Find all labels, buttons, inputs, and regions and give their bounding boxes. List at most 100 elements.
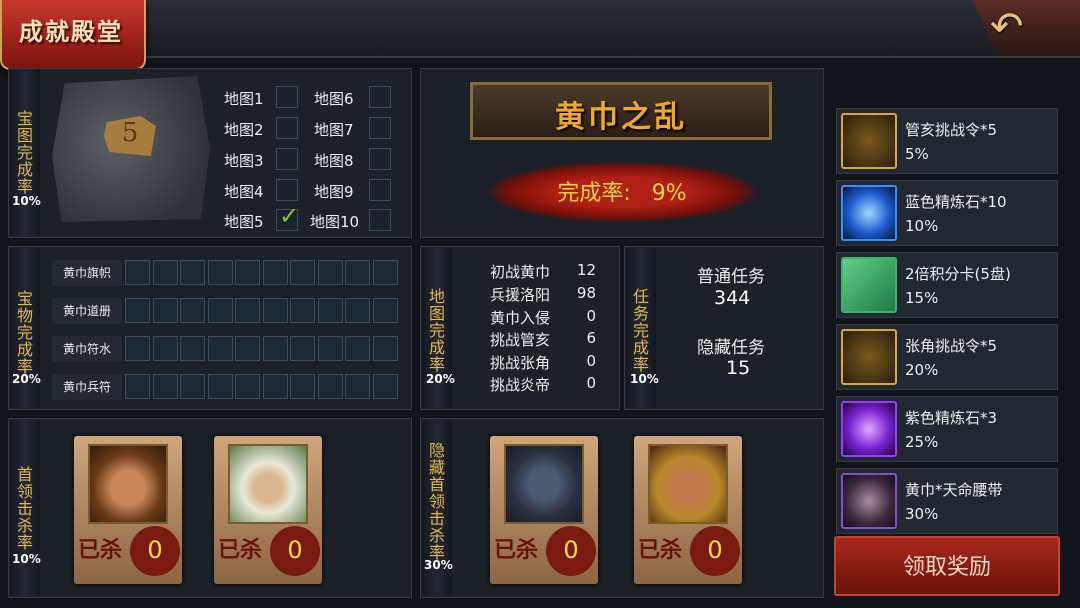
treasure-slot[interactable] xyxy=(345,260,370,285)
treasure-slot[interactable] xyxy=(180,336,205,361)
completion-rate: 完成率: 9% xyxy=(488,175,756,207)
kill-mark: 已杀 xyxy=(78,537,123,563)
reward-name: 2倍积分卡(5盘) xyxy=(905,265,1011,283)
treasure-slot[interactable] xyxy=(317,374,343,399)
map-label: 地图2 xyxy=(224,121,264,139)
reward-item[interactable]: 蓝色精炼石*10 10% xyxy=(836,180,1058,246)
header-bar xyxy=(0,0,1080,58)
treasure-slot[interactable] xyxy=(372,260,398,285)
boss-card[interactable]: 已杀 0 xyxy=(214,436,322,584)
map-label: 地图8 xyxy=(314,152,354,170)
treasure-slot[interactable] xyxy=(207,260,233,285)
treasure-slot[interactable] xyxy=(235,374,260,399)
map-stat-value: 98 xyxy=(576,284,596,302)
map-checkbox[interactable] xyxy=(369,86,391,108)
map-stat-value: 0 xyxy=(586,307,596,325)
treasure-slot[interactable] xyxy=(207,336,233,361)
reward-item[interactable]: 管亥挑战令*5 5% xyxy=(836,108,1058,174)
reward-percent: 30% xyxy=(905,505,939,523)
treasure-slot[interactable] xyxy=(235,298,260,323)
treasure-slot[interactable] xyxy=(290,298,315,323)
treasure-slot[interactable] xyxy=(152,336,178,361)
treasure-slot[interactable] xyxy=(125,336,150,361)
treasure-slot[interactable] xyxy=(152,298,178,323)
reward-percent: 15% xyxy=(905,289,939,307)
map-completion-percent: 20% xyxy=(426,372,455,386)
reward-item[interactable]: 紫色精炼石*3 25% xyxy=(836,396,1058,462)
kill-mark: 已杀 xyxy=(638,537,683,563)
treasure-slot[interactable] xyxy=(290,374,315,399)
treasure-row-label: 黄巾道册 xyxy=(52,298,122,324)
reward-name: 黄巾*天命腰带 xyxy=(905,481,1003,499)
treasure-slot[interactable] xyxy=(125,260,150,285)
map-checkbox[interactable]: ✓ xyxy=(276,202,299,231)
normal-task-value: 344 xyxy=(714,287,751,309)
treasure-slot[interactable] xyxy=(345,336,370,361)
reward-percent: 25% xyxy=(905,433,939,451)
treasure-row-label: 黄巾旗帜 xyxy=(52,260,122,286)
treasure-slot[interactable] xyxy=(152,260,178,285)
treasure-slot[interactable] xyxy=(372,374,398,399)
treasure-slot[interactable] xyxy=(372,336,398,361)
hidden-task-label: 隐藏任务 xyxy=(697,338,765,358)
map-checkbox[interactable] xyxy=(276,179,298,201)
reward-name: 管亥挑战令*5 xyxy=(905,121,998,139)
boss-portrait xyxy=(504,444,584,524)
treasure-map-percent: 10% xyxy=(12,194,41,208)
treasure-slot[interactable] xyxy=(180,374,205,399)
map-checkbox[interactable] xyxy=(276,86,298,108)
treasure-slot[interactable] xyxy=(317,336,343,361)
treasure-slot[interactable] xyxy=(262,336,288,361)
map-stat-name: 黄巾入侵 xyxy=(490,309,551,327)
boss-kill-percent: 10% xyxy=(12,552,41,566)
treasures-percent: 20% xyxy=(12,372,41,386)
kill-mark: 已杀 xyxy=(494,537,539,563)
claim-reward-label[interactable]: 领取奖励 xyxy=(834,549,1060,581)
map-label: 地图1 xyxy=(224,90,264,108)
treasure-slot[interactable] xyxy=(180,260,205,285)
hidden-boss-card[interactable]: 已杀 0 xyxy=(490,436,598,584)
completion-label: 完成率: xyxy=(557,181,631,206)
purple-gem-icon xyxy=(841,401,897,457)
treasure-slot[interactable] xyxy=(262,374,288,399)
reward-item[interactable]: 2倍积分卡(5盘) 15% xyxy=(836,252,1058,318)
treasure-slot[interactable] xyxy=(290,336,315,361)
treasure-row-label: 黄巾符水 xyxy=(52,336,122,362)
map-checkbox[interactable] xyxy=(369,209,391,231)
hidden-boss-kill-percent: 30% xyxy=(424,558,453,572)
back-arrow-icon[interactable]: ↶ xyxy=(990,4,1024,50)
treasure-slot[interactable] xyxy=(262,260,288,285)
treasure-slot[interactable] xyxy=(372,298,398,323)
map-checkbox[interactable] xyxy=(276,117,298,139)
treasure-slot[interactable] xyxy=(125,374,150,399)
treasure-slot[interactable] xyxy=(125,298,150,323)
map-checkbox[interactable] xyxy=(276,148,298,170)
map-checkbox[interactable] xyxy=(369,179,391,201)
map-stat-name: 挑战张角 xyxy=(490,354,551,372)
reward-name: 蓝色精炼石*10 xyxy=(905,193,1007,211)
map-label: 地图6 xyxy=(314,90,354,108)
reward-item[interactable]: 黄巾*天命腰带 30% xyxy=(836,468,1058,534)
blue-gem-icon xyxy=(841,185,897,241)
treasure-slot[interactable] xyxy=(235,260,260,285)
hidden-boss-card[interactable]: 已杀 0 xyxy=(634,436,742,584)
treasure-slot[interactable] xyxy=(317,298,343,323)
page-title: 成就殿堂 xyxy=(19,17,123,46)
treasure-slot[interactable] xyxy=(262,298,288,323)
treasure-slot[interactable] xyxy=(290,260,315,285)
treasure-slot[interactable] xyxy=(345,374,370,399)
map-completion-label: 地图完成率 xyxy=(428,287,445,374)
kill-count: 0 xyxy=(287,536,303,564)
treasure-slot[interactable] xyxy=(207,374,233,399)
treasure-slot[interactable] xyxy=(235,336,260,361)
treasure-slot[interactable] xyxy=(180,298,205,323)
map-checkbox[interactable] xyxy=(369,148,391,170)
treasure-slot[interactable] xyxy=(317,260,343,285)
boss-portrait xyxy=(88,444,168,524)
reward-item[interactable]: 张角挑战令*5 20% xyxy=(836,324,1058,390)
treasure-slot[interactable] xyxy=(345,298,370,323)
boss-card[interactable]: 已杀 0 xyxy=(74,436,182,584)
treasure-slot[interactable] xyxy=(207,298,233,323)
treasure-slot[interactable] xyxy=(152,374,178,399)
map-checkbox[interactable] xyxy=(369,117,391,139)
